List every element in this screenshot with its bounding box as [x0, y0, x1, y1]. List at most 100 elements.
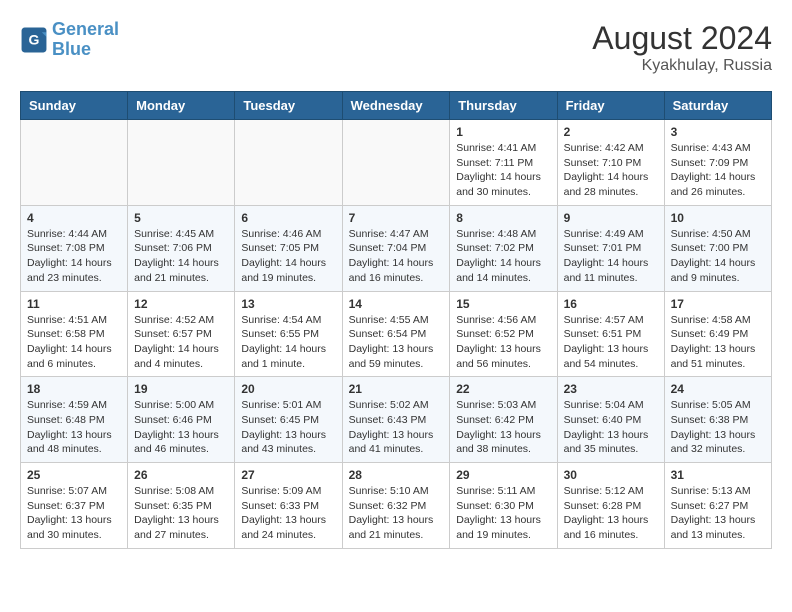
day-number: 17: [671, 297, 765, 311]
day-number: 26: [134, 468, 228, 482]
day-number: 20: [241, 382, 335, 396]
calendar-cell: 6Sunrise: 4:46 AMSunset: 7:05 PMDaylight…: [235, 205, 342, 291]
day-info: Sunrise: 4:43 AMSunset: 7:09 PMDaylight:…: [671, 141, 765, 200]
calendar-cell: 15 Sunrise: 4:56 AMSunset: 6:52 PMDayligh…: [450, 291, 557, 377]
calendar-cell: 25 Sunrise: 5:07 AMSunset: 6:37 PMDayligh…: [21, 463, 128, 549]
calendar-cell: 5 Sunrise: 4:45 AMSunset: 7:06 PMDaylight…: [128, 205, 235, 291]
day-number: 16: [564, 297, 658, 311]
day-number: 11: [27, 297, 121, 311]
day-info: Sunrise: 4:42 AMSunset: 7:10 PMDaylight:…: [564, 141, 658, 200]
location: Kyakhulay, Russia: [592, 57, 772, 75]
calendar-cell: 7Sunrise: 4:47 AMSunset: 7:04 PMDaylight…: [342, 205, 450, 291]
calendar-cell: 4 Sunrise: 4:44 AMSunset: 7:08 PMDaylight…: [21, 205, 128, 291]
weekday-header-row: SundayMondayTuesdayWednesdayThursdayFrid…: [21, 92, 772, 120]
calendar-cell: 20Sunrise: 5:01 AMSunset: 6:45 PMDayligh…: [235, 377, 342, 463]
day-number: 13: [241, 297, 335, 311]
weekday-header-saturday: Saturday: [664, 92, 771, 120]
weekday-header-friday: Friday: [557, 92, 664, 120]
day-number: 12: [134, 297, 228, 311]
calendar-cell: 23 Sunrise: 5:04 AMSunset: 6:40 PMDayligh…: [557, 377, 664, 463]
day-number: 31: [671, 468, 765, 482]
weekday-header-tuesday: Tuesday: [235, 92, 342, 120]
day-info: Sunrise: 5:10 AMSunset: 6:32 PMDaylight:…: [349, 484, 444, 543]
day-number: 5: [134, 211, 228, 225]
day-number: 23: [564, 382, 658, 396]
calendar-cell: 29 Sunrise: 5:11 AMSunset: 6:30 PMDayligh…: [450, 463, 557, 549]
logo-line1: General: [52, 19, 119, 39]
day-info: Sunrise: 5:09 AMSunset: 6:33 PMDaylight:…: [241, 484, 335, 543]
weekday-header-thursday: Thursday: [450, 92, 557, 120]
calendar-cell: 8Sunrise: 4:48 AMSunset: 7:02 PMDaylight…: [450, 205, 557, 291]
day-number: 9: [564, 211, 658, 225]
day-info: Sunrise: 4:56 AMSunset: 6:52 PMDaylight:…: [456, 313, 550, 372]
day-info: Sunrise: 5:13 AMSunset: 6:27 PMDaylight:…: [671, 484, 765, 543]
day-number: 19: [134, 382, 228, 396]
day-number: 6: [241, 211, 335, 225]
month-year: August 2024: [592, 20, 772, 57]
calendar-cell: 14 Sunrise: 4:55 AMSunset: 6:54 PMDayligh…: [342, 291, 450, 377]
logo-text: General Blue: [52, 20, 119, 60]
day-info: Sunrise: 4:51 AMSunset: 6:58 PMDaylight:…: [27, 313, 121, 372]
calendar-cell: [235, 120, 342, 206]
day-info: Sunrise: 4:55 AMSunset: 6:54 PMDaylight:…: [349, 313, 444, 372]
day-number: 30: [564, 468, 658, 482]
logo: G General Blue: [20, 20, 119, 60]
title-block: August 2024 Kyakhulay, Russia: [592, 20, 772, 75]
day-info: Sunrise: 5:11 AMSunset: 6:30 PMDaylight:…: [456, 484, 550, 543]
calendar-cell: 13 Sunrise: 4:54 AMSunset: 6:55 PMDayligh…: [235, 291, 342, 377]
day-info: Sunrise: 5:04 AMSunset: 6:40 PMDaylight:…: [564, 398, 658, 457]
calendar-cell: 24 Sunrise: 5:05 AMSunset: 6:38 PMDayligh…: [664, 377, 771, 463]
calendar-week-2: 4 Sunrise: 4:44 AMSunset: 7:08 PMDaylight…: [21, 205, 772, 291]
calendar-cell: 27 Sunrise: 5:09 AMSunset: 6:33 PMDayligh…: [235, 463, 342, 549]
calendar-cell: 17Sunrise: 4:58 AMSunset: 6:49 PMDayligh…: [664, 291, 771, 377]
day-number: 2: [564, 125, 658, 139]
day-number: 25: [27, 468, 121, 482]
day-number: 15: [456, 297, 550, 311]
calendar-cell: 18Sunrise: 4:59 AMSunset: 6:48 PMDayligh…: [21, 377, 128, 463]
day-info: Sunrise: 4:44 AMSunset: 7:08 PMDaylight:…: [27, 227, 121, 286]
day-number: 28: [349, 468, 444, 482]
day-number: 29: [456, 468, 550, 482]
calendar-cell: 26Sunrise: 5:08 AMSunset: 6:35 PMDayligh…: [128, 463, 235, 549]
svg-text:G: G: [29, 31, 40, 47]
day-info: Sunrise: 4:48 AMSunset: 7:02 PMDaylight:…: [456, 227, 550, 286]
calendar-cell: [342, 120, 450, 206]
day-info: Sunrise: 4:47 AMSunset: 7:04 PMDaylight:…: [349, 227, 444, 286]
calendar-cell: 10 Sunrise: 4:50 AMSunset: 7:00 PMDayligh…: [664, 205, 771, 291]
day-number: 24: [671, 382, 765, 396]
calendar-cell: 30Sunrise: 5:12 AMSunset: 6:28 PMDayligh…: [557, 463, 664, 549]
calendar-cell: [21, 120, 128, 206]
day-info: Sunrise: 4:50 AMSunset: 7:00 PMDaylight:…: [671, 227, 765, 286]
calendar-cell: 11 Sunrise: 4:51 AMSunset: 6:58 PMDayligh…: [21, 291, 128, 377]
day-info: Sunrise: 4:57 AMSunset: 6:51 PMDaylight:…: [564, 313, 658, 372]
calendar-cell: 16 Sunrise: 4:57 AMSunset: 6:51 PMDayligh…: [557, 291, 664, 377]
weekday-header-wednesday: Wednesday: [342, 92, 450, 120]
day-info: Sunrise: 5:07 AMSunset: 6:37 PMDaylight:…: [27, 484, 121, 543]
day-number: 10: [671, 211, 765, 225]
day-info: Sunrise: 4:54 AMSunset: 6:55 PMDaylight:…: [241, 313, 335, 372]
day-number: 27: [241, 468, 335, 482]
weekday-header-monday: Monday: [128, 92, 235, 120]
day-info: Sunrise: 5:00 AMSunset: 6:46 PMDaylight:…: [134, 398, 228, 457]
calendar-table: SundayMondayTuesdayWednesdayThursdayFrid…: [20, 91, 772, 549]
day-info: Sunrise: 5:02 AMSunset: 6:43 PMDaylight:…: [349, 398, 444, 457]
day-number: 22: [456, 382, 550, 396]
day-info: Sunrise: 4:45 AMSunset: 7:06 PMDaylight:…: [134, 227, 228, 286]
page-header: G General Blue August 2024 Kyakhulay, Ru…: [20, 20, 772, 75]
logo-icon: G: [20, 26, 48, 54]
day-number: 21: [349, 382, 444, 396]
calendar-week-1: 1Sunrise: 4:41 AMSunset: 7:11 PMDaylight…: [21, 120, 772, 206]
calendar-cell: 2 Sunrise: 4:42 AMSunset: 7:10 PMDaylight…: [557, 120, 664, 206]
day-number: 4: [27, 211, 121, 225]
day-info: Sunrise: 5:05 AMSunset: 6:38 PMDaylight:…: [671, 398, 765, 457]
day-number: 14: [349, 297, 444, 311]
calendar-cell: 19 Sunrise: 5:00 AMSunset: 6:46 PMDayligh…: [128, 377, 235, 463]
calendar-cell: 28 Sunrise: 5:10 AMSunset: 6:32 PMDayligh…: [342, 463, 450, 549]
calendar-week-4: 18Sunrise: 4:59 AMSunset: 6:48 PMDayligh…: [21, 377, 772, 463]
day-info: Sunrise: 4:41 AMSunset: 7:11 PMDaylight:…: [456, 141, 550, 200]
calendar-cell: 3Sunrise: 4:43 AMSunset: 7:09 PMDaylight…: [664, 120, 771, 206]
day-info: Sunrise: 5:03 AMSunset: 6:42 PMDaylight:…: [456, 398, 550, 457]
calendar-cell: 31 Sunrise: 5:13 AMSunset: 6:27 PMDayligh…: [664, 463, 771, 549]
calendar-cell: 12Sunrise: 4:52 AMSunset: 6:57 PMDayligh…: [128, 291, 235, 377]
calendar-cell: 21 Sunrise: 5:02 AMSunset: 6:43 PMDayligh…: [342, 377, 450, 463]
